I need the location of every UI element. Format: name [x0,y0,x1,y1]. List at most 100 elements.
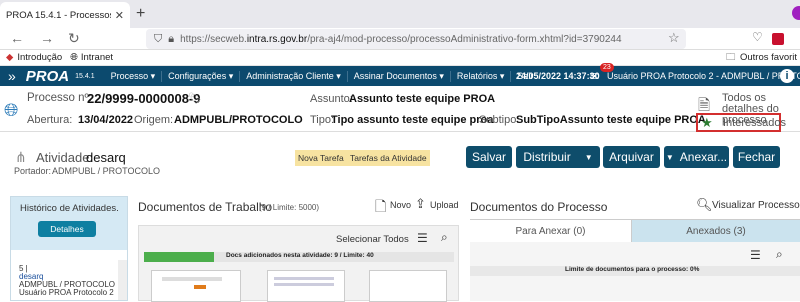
menu-processo[interactable]: Processo ▾ [105,70,163,82]
menu-relatorios[interactable]: Relatórios ▾ [451,70,512,82]
mail-icon[interactable]: ✉ [590,70,599,83]
caret-down-icon: ▼ [665,152,674,162]
history-scrollbar[interactable] [118,260,127,300]
view-process-icon[interactable]: 🔍︎ [696,197,713,213]
doc-thumbnail-line [274,277,334,280]
search-icon[interactable]: ⌕ [441,230,448,245]
history-user: Usuário PROA Protocolo 2 [19,288,114,297]
browser-tab[interactable]: PROA 15.4.1 - Processos Administrat ✕ [0,2,130,28]
pocket-icon[interactable]: ♡ [752,30,763,44]
process-header: 🌐︎ Processo nº: 22/9999-0000008-9 🏷︎ Abe… [0,86,800,132]
tab-para-anexar[interactable]: Para Anexar (0) [470,220,632,242]
forward-icon[interactable]: → [40,30,54,46]
tab-title: PROA 15.4.1 - Processos Administrat [6,9,111,21]
reload-icon[interactable]: ↻ [68,30,80,47]
process-number-label: Processo nº: [27,92,92,104]
bookmarks-bar: ◆ Introdução 🌐︎ Intranet 🗀 Outros favori… [0,50,800,66]
search-icon[interactable]: ⌕ [776,247,783,262]
interested-link: Interessados [723,117,786,129]
new-doc-icon[interactable]: 🗋 [375,196,386,220]
user-info: Usuário PROA Protocolo 2 - ADMPUBL / PRO… [607,71,800,81]
subject-value: Assunto teste equipe PROA [349,93,496,105]
origin-value: ADMPUBL/PROTOCOLO [174,114,303,126]
app-logo[interactable]: PROA [26,68,69,85]
menu-assinar-documentos[interactable]: Assinar Documentos ▾ [348,70,451,82]
activity-value: desarq [86,150,126,165]
docs-progress-fill [144,252,214,262]
address-row: ← → ↻ ⛉ 🔒︎ https://secweb. intra.rs.gov.b… [0,28,800,50]
new-task-tag[interactable]: Nova Tarefa [295,150,347,166]
folder-icon: 🗀 [726,51,736,63]
proc-limit-text: Limite de documentos para o processo: 0% [565,266,700,273]
holder-value: ADMPUBL / PROTOCOLO [52,166,161,176]
select-all-link[interactable]: Selecionar Todos [336,234,409,245]
share-icon: ⋔ [15,149,27,165]
activity-tasks-tag[interactable]: Tarefas da Atividade [347,150,430,166]
opening-label: Abertura: [27,114,73,126]
history-panel: Histórico de Atividades. Detalhes 5 | de… [10,196,128,301]
archive-button[interactable]: Arquivar [603,146,660,168]
caret-down-icon: ▼ [584,152,593,162]
info-icon[interactable]: i [780,69,794,83]
list-view-icon[interactable]: ☰ [750,248,761,262]
bookmark-introducao[interactable]: Introdução [17,52,62,63]
globe-icon: 🌐︎ [4,100,19,120]
opening-date: 13/04/2022 [78,114,134,126]
upload-icon[interactable]: ⇪ [415,196,426,212]
docs-progress-text: Docs adicionados nesta atividade: 9 / Li… [226,252,374,259]
bookmark-icon: ◆ [6,52,14,63]
menu-configuracoes[interactable]: Configurações ▾ [162,70,241,82]
app-version: 15.4.1 [75,72,95,80]
docs-progress-bar: Docs adicionados nesta atividade: 9 / Li… [144,252,454,262]
details-button[interactable]: Detalhes [38,221,96,237]
subtype-value: SubTipoAssunto teste equipe PROA [516,114,706,126]
app-chevrons-icon: » [8,68,16,84]
work-docs-limit: (9 / Limite: 5000) [259,203,320,212]
doc-thumbnail[interactable] [369,270,447,302]
star-bookmark-icon[interactable]: ☆ [668,30,680,46]
session-datetime: 24/05/2022 14:37:30 [516,71,600,81]
star-icon: ★ [701,115,713,130]
extension-icon[interactable] [772,33,784,45]
doc-thumbnail-logo [194,285,206,289]
other-favorites[interactable]: Outros favorit [740,52,797,63]
attach-button[interactable]: ▼ Anexar... [664,146,729,168]
proc-limit-bar: Limite de documentos para o processo: 0% [470,266,800,276]
back-icon[interactable]: ← [10,30,24,46]
globe-icon: 🌐︎ [70,52,78,63]
holder-label: Portador: [14,166,52,176]
doc-thumbnail-line [162,277,222,281]
browser-tab-bar: PROA 15.4.1 - Processos Administrat ✕ + [0,0,800,28]
new-tab-icon[interactable]: + [136,5,145,23]
doc-thumbnail[interactable] [151,270,241,302]
shield-icon: ⛉ [154,32,163,45]
process-number: 22/9999-0000008-9 [87,91,201,106]
origin-label: Origem: [134,114,174,126]
menu-administracao-cliente[interactable]: Administração Cliente ▾ [240,70,348,82]
url-path: /pra-aj4/mod-processo/processoAdministra… [307,33,622,45]
upload-link[interactable]: Upload [430,200,459,210]
tag-icon: 🏷︎ [188,93,202,105]
distribute-label: Distribuir [523,150,571,164]
list-view-icon[interactable]: ☰ [417,231,428,245]
history-entry[interactable]: 5 | desarq ADMPUBL / PROTOCOLO Usuário P… [11,250,127,300]
close-tab-icon[interactable]: ✕ [115,9,124,22]
interested-highlight[interactable]: ★ Interessados [696,113,786,132]
history-title: Histórico de Atividades. [20,203,119,214]
save-button[interactable]: Salvar [466,146,512,168]
url-prefix: https://secweb. [180,33,247,45]
url-domain: intra.rs.gov.br [246,33,308,45]
activity-label: Atividade: [36,150,94,165]
bookmark-intranet[interactable]: Intranet [81,52,113,63]
view-process-link[interactable]: Visualizar Processo [712,200,800,211]
url-bar[interactable]: ⛉ 🔒︎ https://secweb. intra.rs.gov.br/pra-… [146,29,686,49]
doc-thumbnail[interactable] [267,270,345,302]
distribute-button[interactable]: Distribuir ▼ [516,146,600,168]
work-docs-panel: Selecionar Todos ☰ ⌕ Docs adicionados ne… [138,225,459,302]
profile-icon[interactable] [792,6,800,20]
app-navbar: » PROA 15.4.1 Processo ▾ Configurações ▾… [0,63,800,86]
type-value: Tipo assunto teste equipe proa [331,114,494,126]
tab-anexados[interactable]: Anexados (3) [632,220,800,242]
close-button[interactable]: Fechar [733,146,780,168]
new-doc-link[interactable]: Novo [390,200,411,210]
